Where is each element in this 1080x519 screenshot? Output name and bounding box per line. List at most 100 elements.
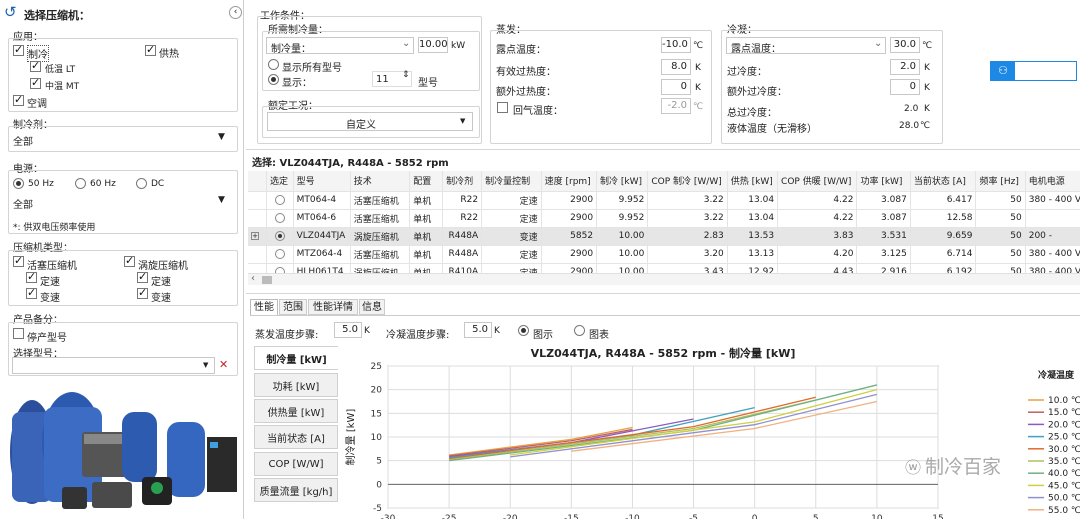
chart-view-radio[interactable] <box>518 325 529 336</box>
table-cell: 13.04 <box>727 191 779 210</box>
dropdown-icon[interactable]: ▼ <box>203 361 208 369</box>
tab-range[interactable]: 范围 <box>279 299 307 315</box>
evap-step-input[interactable]: 5.0 <box>334 322 362 338</box>
col-header[interactable]: 型号 <box>293 171 351 192</box>
show-all-radio[interactable] <box>268 59 279 70</box>
row-select-radio[interactable] <box>266 191 294 210</box>
scroll-variable-checkbox[interactable] <box>137 286 148 299</box>
table-row[interactable]: HLH061T4涡旋压缩机单机R410A定速290010.003.4312.92… <box>248 263 1080 273</box>
superheat-input[interactable]: 8.0 <box>661 59 691 75</box>
col-header[interactable]: COP 制冷 [W/W] <box>647 171 728 192</box>
col-header[interactable]: 供热 [kW] <box>727 171 779 192</box>
table-row[interactable]: + VLZ044TJA 涡旋压缩机 单机 R448A 变速 5852 10.00 2.83 13.… <box>248 227 1080 246</box>
piston-fixed-checkbox[interactable] <box>26 270 37 283</box>
show-count-spinner[interactable]: 11 ⇕ <box>372 70 412 87</box>
scroll-fixed-checkbox[interactable] <box>137 270 148 283</box>
col-header[interactable]: 制冷 [kW] <box>596 171 649 192</box>
table-cell: R448A <box>442 227 483 246</box>
col-header[interactable]: 电机电源 <box>1025 171 1080 192</box>
cond-select[interactable]: 露点温度： ⌄ <box>726 37 886 55</box>
table-cell: 3.531 <box>856 227 911 246</box>
side-tab-heating[interactable]: 供热量 [kW] <box>254 399 338 423</box>
capacity-select[interactable]: 制冷量： ⌄ <box>266 37 414 55</box>
scroll-fixed-label: 定速 <box>151 277 171 288</box>
refrigerant-value[interactable]: 全部 <box>13 133 33 148</box>
tab-performance[interactable]: 性能 <box>250 299 278 315</box>
refresh-icon[interactable]: ↺ <box>4 3 17 21</box>
col-header[interactable]: 速度 [rpm] <box>541 171 598 192</box>
mid-temp-checkbox[interactable] <box>30 76 41 89</box>
compressor-image <box>2 382 242 517</box>
horizontal-scrollbar[interactable]: ‹ <box>248 273 1080 285</box>
side-tab-capacity[interactable]: 制冷量 [kW] <box>254 346 338 370</box>
show-radio[interactable] <box>268 74 279 85</box>
freq-50-radio[interactable] <box>13 178 24 189</box>
toggle-button[interactable]: ⚇ <box>990 61 1077 81</box>
table-cell: 3.125 <box>856 245 911 264</box>
x-tick-label: 15 <box>932 514 943 519</box>
col-header[interactable]: 功率 [kW] <box>856 171 911 192</box>
col-header[interactable]: 当前状态 [A] <box>910 171 977 192</box>
row-select-radio[interactable] <box>266 263 294 273</box>
row-select-radio[interactable] <box>266 209 294 228</box>
side-tab-cop[interactable]: COP [W/W] <box>254 452 338 476</box>
model-select[interactable] <box>12 357 215 374</box>
scroll-left-icon[interactable]: ‹ <box>251 273 255 284</box>
piston-variable-checkbox[interactable] <box>26 286 37 299</box>
cond-step-input[interactable]: 5.0 <box>464 322 492 338</box>
evap-step-label: 蒸发温度步骤: <box>255 330 319 341</box>
table-row[interactable]: MT064-4 活塞压缩机 单机 R22 定速 2900 9.952 3.22 13.04 4.2… <box>248 191 1080 210</box>
tab-performance-detail[interactable]: 性能详情 <box>308 299 358 315</box>
side-tab-mass-flow[interactable]: 质量流量 [kg/h] <box>254 478 338 502</box>
piston-checkbox[interactable] <box>13 254 24 267</box>
col-header[interactable]: COP 供暖 [W/W] <box>777 171 858 192</box>
y-axis-label: 制冷量 [kW] <box>344 409 357 466</box>
dropdown-icon[interactable]: ▼ <box>218 195 225 205</box>
col-header[interactable]: 选定 <box>266 171 294 192</box>
col-header[interactable]: 配置 <box>409 171 444 192</box>
subcool-input[interactable]: 2.0 <box>890 59 920 75</box>
col-header[interactable]: 技术 <box>350 171 411 192</box>
scrollbar-thumb[interactable] <box>262 276 272 284</box>
side-tab-power[interactable]: 功耗 [kW] <box>254 373 338 397</box>
refrigeration-checkbox[interactable] <box>13 43 24 56</box>
power-value[interactable]: 全部 <box>13 196 33 211</box>
row-select-radio[interactable] <box>266 245 294 264</box>
return-gas-checkbox[interactable] <box>497 102 508 113</box>
piston-variable-label: 变速 <box>40 293 60 304</box>
subcool-label: 过冷度： <box>727 67 767 78</box>
tab-info[interactable]: 信息 <box>359 299 385 315</box>
return-gas-input[interactable]: -2.0 <box>661 98 691 114</box>
clear-icon[interactable]: ✕ <box>219 358 228 371</box>
spinner-icon[interactable]: ⇕ <box>402 70 410 80</box>
col-header[interactable]: 制冷量控制 <box>481 171 542 192</box>
table-row[interactable]: MT064-6 活塞压缩机 单机 R22 定速 2900 9.952 3.22 13.04 4.2… <box>248 209 1080 228</box>
discontinued-checkbox[interactable] <box>13 328 24 339</box>
piston-fixed-label: 定速 <box>40 277 60 288</box>
extra-superheat-input[interactable]: 0 <box>661 79 691 95</box>
side-tab-current[interactable]: 当前状态 [A] <box>254 425 338 449</box>
table-row[interactable]: MTZ064-4 活塞压缩机 单机 R448A 定速 2900 10.00 3.20 13.13… <box>248 245 1080 264</box>
cond-step-unit: K <box>494 326 500 336</box>
evap-dew-input[interactable]: -10.0 <box>661 37 691 53</box>
extra-subcool-input[interactable]: 0 <box>890 79 920 95</box>
expand-icon[interactable]: + <box>251 232 259 240</box>
col-header[interactable]: 频率 [Hz] <box>975 171 1026 192</box>
collapse-icon[interactable]: ‹ <box>229 6 242 19</box>
rated-select[interactable]: 自定义 ▼ <box>267 112 473 131</box>
heating-checkbox[interactable] <box>145 43 156 56</box>
capacity-input[interactable]: 10.00 <box>418 37 448 53</box>
cond-value-input[interactable]: 30.0 <box>890 37 920 53</box>
y-tick-label: -5 <box>373 504 382 514</box>
freq-dc-radio[interactable] <box>136 178 147 189</box>
freq-60-radio[interactable] <box>75 178 86 189</box>
table-view-radio[interactable] <box>574 325 585 336</box>
row-select-radio[interactable] <box>266 227 294 246</box>
ac-checkbox[interactable] <box>13 93 24 106</box>
table-cell: 50 <box>975 209 1026 228</box>
dropdown-icon[interactable]: ▼ <box>218 132 225 142</box>
col-header[interactable]: 制冷剂 <box>442 171 483 192</box>
refrigerant-group <box>8 126 238 152</box>
low-temp-checkbox[interactable] <box>30 59 41 72</box>
scroll-checkbox[interactable] <box>124 254 135 267</box>
